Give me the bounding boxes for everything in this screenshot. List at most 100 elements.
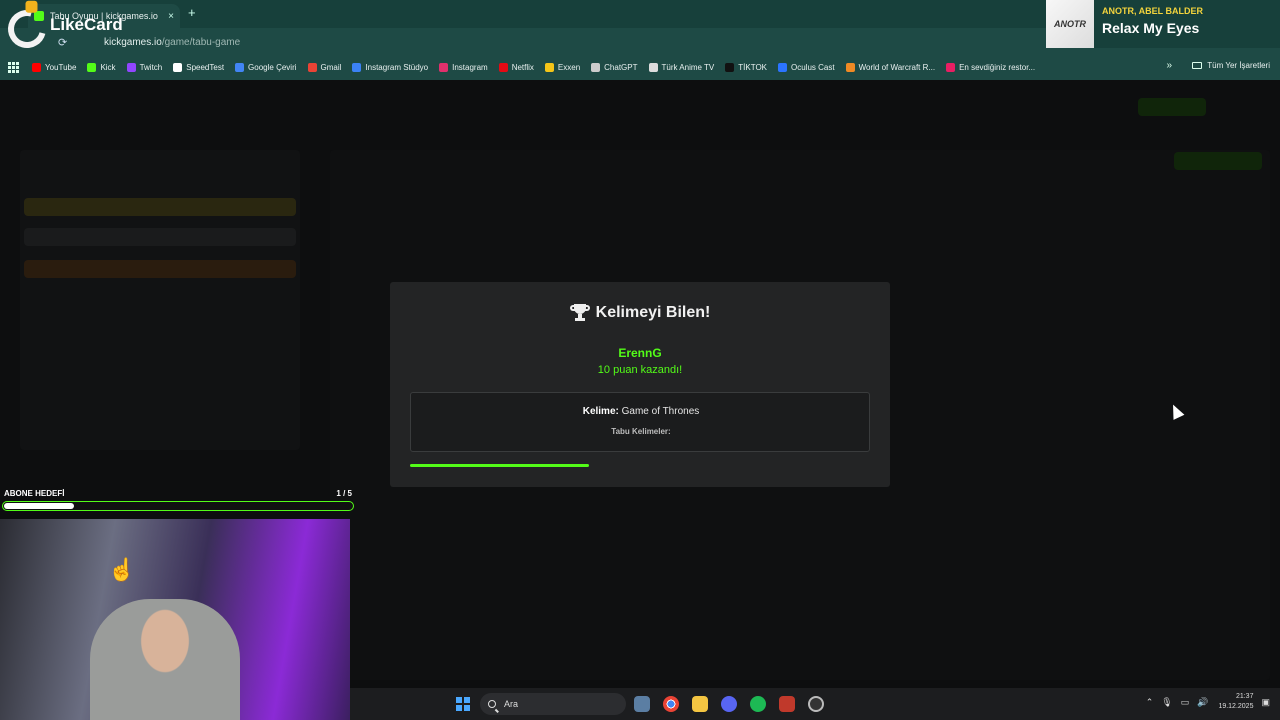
bookmark-favicon-icon [173, 62, 183, 72]
word-value: Game of Thrones [618, 406, 700, 417]
chrome-app-icon[interactable] [663, 696, 679, 712]
bookmark-item[interactable]: YouTube [32, 62, 77, 72]
bookmark-label: Türk Anime TV [661, 62, 715, 72]
backdrop-button-green-2 [1174, 152, 1262, 170]
obs-app-icon[interactable] [808, 696, 824, 712]
now-playing-widget: ANOTR ANOTR, ABEL BALDER Relax My Eyes [1046, 0, 1280, 48]
countdown-progress-fill [410, 464, 590, 467]
file-explorer-icon[interactable] [692, 696, 708, 712]
apps-grid-icon[interactable] [8, 62, 19, 73]
bookmark-favicon-icon [126, 62, 136, 72]
likecard-text: LikeCard [50, 15, 123, 34]
backdrop-row-yellow [24, 198, 296, 216]
bookmark-label: Instagram Stüdyo [365, 62, 429, 72]
bookmark-label: ChatGPT [604, 62, 638, 72]
voicemeeter-app-icon[interactable] [779, 696, 795, 712]
bookmark-label: Google Çeviri [248, 62, 297, 72]
bookmark-item[interactable]: Twitch [126, 62, 163, 72]
bookmark-label: SpeedTest [186, 62, 225, 72]
taskbar-search[interactable]: Ara [480, 693, 626, 715]
subscriber-goal-bar [2, 501, 354, 511]
bookmark-label: Netflix [511, 62, 534, 72]
bookmark-item[interactable]: World of Warcraft R... [845, 62, 936, 72]
bookmark-favicon-icon [648, 62, 658, 72]
search-placeholder: Ara [504, 699, 519, 709]
bookmark-label: Gmail [320, 62, 342, 72]
album-cover: ANOTR [1046, 0, 1094, 48]
all-bookmarks-button[interactable]: Tüm Yer İşaretleri [1192, 61, 1270, 70]
bookmark-item[interactable]: Google Çeviri [235, 62, 297, 72]
bookmark-item[interactable]: Gmail [307, 62, 342, 72]
subscriber-goal-count: 1 / 5 [336, 489, 352, 498]
microphone-icon[interactable]: 🎙 [1161, 697, 1172, 708]
bookmark-favicon-icon [725, 62, 735, 72]
backdrop-row-grey [24, 228, 296, 246]
address-bar[interactable]: kickgames.io/game/tabu-game [104, 37, 240, 48]
new-tab-button[interactable]: + [188, 5, 196, 20]
bookmark-favicon-icon [32, 62, 41, 72]
backdrop-panel-left [20, 150, 300, 450]
likecard-logo-icon [1, 3, 53, 55]
now-playing-title: Relax My Eyes [1102, 20, 1200, 36]
tray-chevron-icon[interactable]: ⌃ [1146, 697, 1154, 708]
backdrop-button-green [1138, 98, 1206, 116]
word-label: Kelime: [582, 406, 619, 417]
countdown-progress [410, 464, 870, 467]
subscriber-goal: ABONE HEDEFİ 1 / 5 [0, 488, 356, 514]
bookmark-favicon-icon [544, 62, 554, 72]
hand-cursor-icon: ☝ [108, 557, 136, 582]
bookmark-label: Twitch [139, 62, 163, 72]
volume-icon[interactable]: 🔊 [1197, 697, 1208, 708]
bookmarks-more-icon[interactable]: » [1166, 60, 1172, 71]
discord-app-icon[interactable] [721, 696, 737, 712]
folder-icon [1192, 62, 1203, 69]
bookmark-item[interactable]: TİKTOK [725, 62, 768, 72]
bookmark-label: World of Warcraft R... [858, 62, 936, 72]
bookmark-favicon-icon [439, 62, 449, 72]
bookmark-favicon-icon [591, 62, 601, 72]
bookmark-item[interactable]: Kick [87, 62, 116, 72]
windows-taskbar: Ara ⌃ 🎙 ▭ 🔊 21:37 19.12.2025 ▣ [350, 688, 1280, 720]
bookmark-label: Exxen [557, 62, 581, 72]
widgets-app-icon[interactable] [634, 696, 650, 712]
bookmark-item[interactable]: Instagram [439, 62, 488, 72]
bookmark-label: Oculus Cast [791, 62, 835, 72]
bookmark-item[interactable]: SpeedTest [173, 62, 225, 72]
bookmark-favicon-icon [498, 62, 508, 72]
word-box: Kelime: Game of Thrones Tabu Kelimeler: [410, 392, 870, 452]
network-icon[interactable]: ▭ [1181, 697, 1190, 708]
streamer-figure [90, 599, 240, 720]
now-playing-artist: ANOTR, ABEL BALDER [1102, 6, 1203, 16]
windows-start-icon[interactable] [456, 697, 470, 711]
bookmark-label: Instagram [452, 62, 488, 72]
clock[interactable]: 21:37 19.12.2025 [1218, 692, 1253, 712]
bookmark-item[interactable]: Oculus Cast [778, 62, 835, 72]
winner-name: ErennG [618, 346, 662, 360]
bookmark-item[interactable]: ChatGPT [591, 62, 638, 72]
subscriber-goal-label: ABONE HEDEFİ [4, 489, 65, 498]
bookmark-label: En sevdiğiniz restor... [959, 62, 1036, 72]
bookmark-favicon-icon [307, 62, 317, 72]
bookmark-item[interactable]: Exxen [544, 62, 581, 72]
points-earned: 10 puan kazandı! [597, 364, 683, 376]
subscriber-goal-fill [4, 503, 74, 509]
bookmark-item[interactable]: Netflix [498, 62, 534, 72]
bookmark-item[interactable]: Instagram Stüdyo [352, 62, 429, 72]
clock-time: 21:37 [1235, 693, 1254, 700]
webcam-feed: ☝ [0, 519, 350, 720]
notification-icon[interactable]: ▣ [1261, 697, 1270, 708]
winner-modal: Kelimeyi Bilen! ErennG 10 puan kazandı! … [390, 282, 890, 487]
url-path: /game/tabu-game [161, 37, 241, 48]
spotify-app-icon[interactable] [750, 696, 766, 712]
bookmark-favicon-icon [352, 62, 362, 72]
bookmark-label: YouTube [45, 62, 77, 72]
bookmark-item[interactable]: Türk Anime TV [648, 62, 715, 72]
bookmark-item[interactable]: En sevdiğiniz restor... [946, 62, 1036, 72]
tab-close-icon[interactable]: × [168, 11, 174, 22]
likecard-logo: LikeCard [1, 3, 123, 55]
taboo-words-label: Tabu Kelimeler: [611, 427, 671, 436]
all-bookmarks-label: Tüm Yer İşaretleri [1207, 61, 1270, 70]
trophy-icon [569, 304, 590, 322]
bookmark-label: TİKTOK [738, 62, 768, 72]
search-icon [488, 700, 496, 708]
